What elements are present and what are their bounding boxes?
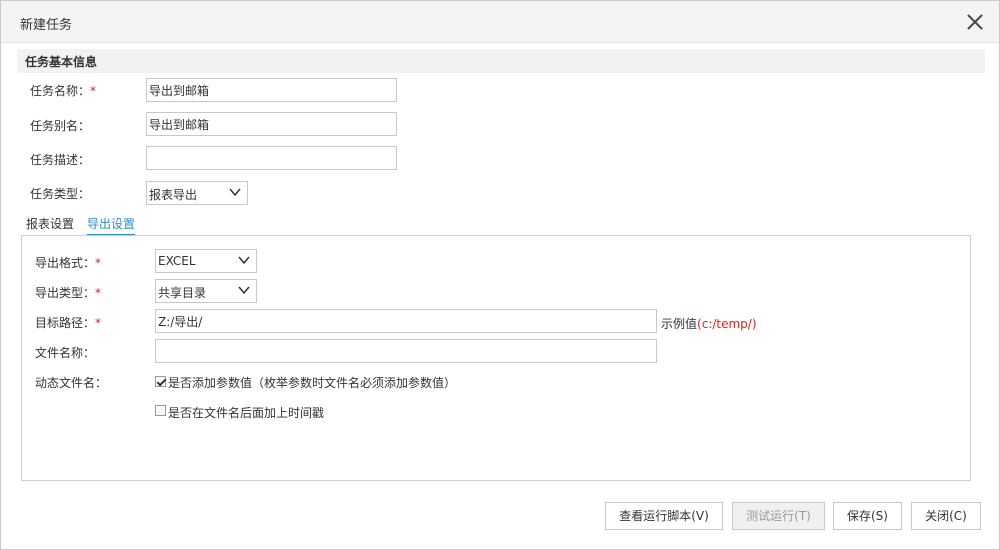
required-mark: * — [90, 84, 97, 98]
target-path-input[interactable] — [155, 309, 657, 333]
tab-export-settings[interactable]: 导出设置 — [87, 215, 136, 236]
task-name-input[interactable] — [146, 78, 397, 102]
file-name-label: 文件名称： — [35, 346, 96, 360]
target-path-hint: 示例值(c:/temp/) — [661, 315, 757, 332]
new-task-dialog: 新建任务 任务基本信息 任务名称：* 任务别名： 任务描述： 任务类型： 报表导… — [0, 0, 1000, 550]
task-name-label-text: 任务名称： — [30, 84, 91, 98]
view-script-button[interactable]: 查看运行脚本(V) — [605, 502, 723, 530]
export-type-select[interactable]: 共享目录 — [155, 279, 257, 303]
export-format-select[interactable]: EXCEL — [155, 249, 257, 273]
add-timestamp-checkbox[interactable] — [155, 405, 166, 416]
basic-info-section-header: 任务基本信息 — [17, 49, 985, 73]
chevron-down-icon — [229, 188, 241, 197]
task-alias-input[interactable] — [146, 112, 397, 136]
hint-prefix: 示例值 — [661, 317, 698, 331]
required-mark: * — [95, 316, 102, 330]
task-type-value: 报表导出 — [149, 188, 198, 202]
export-type-value: 共享目录 — [158, 286, 207, 300]
task-type-label: 任务类型： — [30, 187, 91, 201]
add-param-label[interactable]: 是否添加参数值（枚举参数时文件名必须添加参数值） — [168, 374, 456, 391]
dialog-titlebar: 新建任务 — [1, 1, 999, 43]
save-button[interactable]: 保存(S) — [833, 502, 902, 530]
required-mark: * — [95, 286, 102, 300]
task-name-label: 任务名称：* — [30, 82, 96, 99]
export-type-label: 导出类型：* — [35, 284, 101, 301]
basic-info-section-title: 任务基本信息 — [25, 55, 98, 69]
export-type-label-text: 导出类型： — [35, 286, 96, 300]
task-desc-label: 任务描述： — [30, 153, 91, 167]
close-icon[interactable] — [964, 11, 986, 33]
export-format-label: 导出格式：* — [35, 254, 101, 271]
task-alias-label: 任务别名： — [30, 119, 91, 133]
add-timestamp-label[interactable]: 是否在文件名后面加上时间戳 — [168, 404, 324, 421]
chevron-down-icon — [238, 286, 250, 295]
task-type-select[interactable]: 报表导出 — [146, 181, 248, 205]
export-format-value: EXCEL — [158, 254, 196, 268]
hint-example: (c:/temp/) — [697, 317, 757, 331]
dynamic-file-label: 动态文件名： — [35, 376, 108, 390]
chevron-down-icon — [238, 256, 250, 265]
add-param-checkbox[interactable] — [155, 376, 166, 387]
export-format-label-text: 导出格式： — [35, 256, 96, 270]
target-path-label: 目标路径：* — [35, 314, 101, 331]
task-desc-input[interactable] — [146, 146, 397, 170]
test-run-button[interactable]: 测试运行(T) — [732, 502, 825, 530]
target-path-label-text: 目标路径： — [35, 316, 96, 330]
dialog-title: 新建任务 — [20, 18, 73, 33]
close-button[interactable]: 关闭(C) — [911, 502, 981, 530]
required-mark: * — [95, 256, 102, 270]
file-name-input[interactable] — [155, 339, 657, 363]
tab-report-settings[interactable]: 报表设置 — [26, 215, 74, 232]
